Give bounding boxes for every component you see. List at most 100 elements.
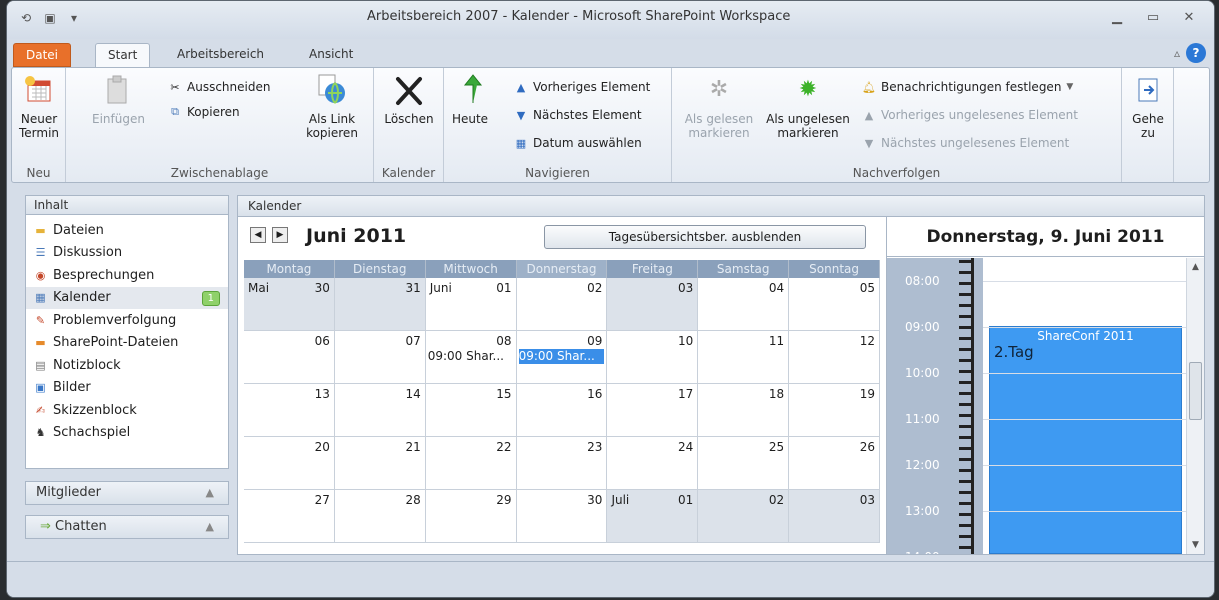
day-cell[interactable]: 02 — [517, 278, 608, 330]
content-item-label: Skizzenblock — [53, 402, 137, 418]
day-cell[interactable]: Mai 30 — [244, 278, 335, 330]
help-icon[interactable]: ? — [1186, 43, 1206, 63]
mark-read-button[interactable]: ✲ Als gelesen markieren — [678, 72, 760, 141]
group-label-navigieren: Navigieren — [525, 166, 590, 180]
tab-arbeitsbereich[interactable]: Arbeitsbereich — [165, 43, 276, 67]
day-cell[interactable]: 13 — [244, 384, 335, 436]
day-cell[interactable]: 27 — [244, 490, 335, 542]
day-cell[interactable]: 19 — [789, 384, 881, 436]
previous-item-button[interactable]: ▲ Vorheriges Element — [514, 80, 651, 94]
maximize-icon[interactable]: ▭ — [1138, 7, 1168, 27]
day-cell[interactable]: 28 — [335, 490, 426, 542]
content-item-label: Bilder — [53, 380, 91, 396]
day-cell[interactable]: 12 — [789, 331, 881, 383]
scroll-thumb[interactable] — [1189, 362, 1202, 420]
day-cell[interactable]: 03 — [607, 278, 699, 330]
binder-ring — [959, 513, 973, 516]
previous-unread-button[interactable]: ▲ Vorheriges ungelesenes Element — [862, 108, 1078, 122]
scroll-up-icon[interactable]: ▲ — [1187, 262, 1204, 272]
content-item-2[interactable]: ◉ Besprechungen — [26, 264, 228, 287]
goto-button[interactable]: Gehe zu — [1126, 72, 1170, 140]
hour-line — [983, 327, 1186, 328]
binder-ring — [959, 293, 973, 296]
day-cell[interactable]: 17 — [607, 384, 699, 436]
content-item-8[interactable]: ✍ Skizzenblock — [26, 399, 228, 422]
day-cell[interactable]: 07 — [335, 331, 426, 383]
prev-month-button[interactable]: ◀ — [250, 227, 266, 243]
close-icon[interactable]: ✕ — [1174, 7, 1204, 27]
chat-pane[interactable]: ⇒ Chatten ▲ — [25, 515, 229, 539]
day-cell[interactable]: 22 — [426, 437, 517, 489]
new-appointment-button[interactable]: Neuer Termin — [14, 72, 64, 140]
content-item-7[interactable]: ▣ Bilder — [26, 377, 228, 400]
day-cell[interactable]: 04 — [698, 278, 790, 330]
day-cell[interactable]: 29 — [426, 490, 517, 542]
day-cell[interactable]: 24 — [607, 437, 699, 489]
ribbon-tabs: Datei Start Arbeitsbereich Ansicht ▵ ? — [7, 39, 1214, 67]
day-scrollbar[interactable]: ▲ ▼ — [1186, 258, 1204, 554]
folder-icon: ▬ — [35, 223, 46, 237]
copy-icon: ⧉ — [171, 105, 179, 118]
day-cell[interactable]: 11 — [698, 331, 790, 383]
day-cell[interactable]: 20 — [244, 437, 335, 489]
day-cell[interactable]: 26 — [789, 437, 881, 489]
next-item-button[interactable]: ▼ Nächstes Element — [514, 108, 642, 122]
tab-start[interactable]: Start — [95, 43, 151, 67]
pick-date-button[interactable]: ▦ Datum auswählen — [514, 136, 642, 150]
next-unread-button[interactable]: ▼ Nächstes ungelesenes Element — [862, 136, 1069, 150]
day-cell[interactable]: Juni 01 — [426, 278, 517, 330]
appointment-shareconf[interactable]: ShareConf 2011 2.Tag — [989, 326, 1182, 554]
day-number: 24 — [678, 440, 694, 454]
hide-day-overview-button[interactable]: Tagesübersichtsber. ausblenden — [544, 225, 866, 249]
delete-button[interactable]: Löschen — [380, 72, 438, 126]
hour-line — [983, 511, 1186, 512]
tab-datei[interactable]: Datei — [13, 43, 72, 67]
scroll-down-icon[interactable]: ▼ — [1187, 540, 1204, 550]
tab-ansicht[interactable]: Ansicht — [297, 43, 365, 67]
day-cell[interactable]: 18 — [698, 384, 790, 436]
set-alerts-button[interactable]: 🔔︎ Benachrichtigungen festlegen ▼ — [862, 80, 1073, 94]
binder-ring — [959, 502, 973, 505]
members-pane[interactable]: Mitglieder ▲ — [25, 481, 229, 505]
calendar-event[interactable]: 09:00 Shar... — [428, 349, 514, 364]
cut-button[interactable]: ✂ Ausschneiden — [168, 80, 270, 94]
day-cell[interactable]: 14 — [335, 384, 426, 436]
content-item-9[interactable]: ♞ Schachspiel — [26, 422, 228, 445]
content-item-1[interactable]: ☰ Diskussion — [26, 242, 228, 265]
collapse-ribbon-icon[interactable]: ▵ — [1174, 46, 1180, 60]
content-item-4[interactable]: ✎ Problemverfolgung — [26, 309, 228, 332]
paste-button[interactable]: Einfügen — [92, 72, 145, 126]
day-cell[interactable]: 23 — [517, 437, 608, 489]
save-icon[interactable]: ▣ — [41, 9, 59, 27]
next-month-button[interactable]: ▶ — [272, 227, 288, 243]
day-cell[interactable]: 02 — [698, 490, 790, 542]
day-cell[interactable]: 05 — [789, 278, 881, 330]
day-cell[interactable]: 06 — [244, 331, 335, 383]
app-icon[interactable]: ⟲ — [17, 9, 35, 27]
content-item-6[interactable]: ▤ Notizblock — [26, 354, 228, 377]
day-cell[interactable]: 03 — [789, 490, 881, 542]
day-number: 14 — [405, 387, 421, 401]
minimize-icon[interactable]: ▁ — [1102, 7, 1132, 27]
copy-as-link-button[interactable]: Als Link kopieren — [302, 72, 362, 140]
day-cell[interactable]: 15 — [426, 384, 517, 436]
day-cell[interactable]: 09 09:00 Shar... — [517, 331, 608, 383]
today-button[interactable]: Heute — [448, 72, 492, 126]
day-number: 02 — [768, 493, 785, 507]
customize-qat-icon[interactable]: ▾ — [65, 9, 83, 27]
mark-unread-button[interactable]: ✹ Als ungelesen markieren — [760, 72, 856, 141]
day-cell[interactable]: 31 — [334, 278, 426, 330]
day-number: 18 — [768, 387, 785, 401]
day-cell[interactable]: 16 — [517, 384, 608, 436]
day-cell[interactable]: 21 — [335, 437, 426, 489]
copy-button[interactable]: ⧉ Kopieren — [168, 105, 240, 119]
calendar-event[interactable]: 09:00 Shar... — [518, 349, 605, 364]
content-item-0[interactable]: ▬ Dateien — [26, 219, 228, 242]
day-cell[interactable]: 25 — [698, 437, 790, 489]
day-cell[interactable]: 10 — [607, 331, 699, 383]
content-item-3[interactable]: ▦ Kalender 1 — [26, 286, 228, 309]
content-item-5[interactable]: ▬ SharePoint-Dateien — [26, 332, 228, 355]
day-cell[interactable]: 08 09:00 Shar... — [426, 331, 517, 383]
day-cell[interactable]: Juli 01 — [607, 490, 699, 542]
day-cell[interactable]: 30 — [517, 490, 608, 542]
